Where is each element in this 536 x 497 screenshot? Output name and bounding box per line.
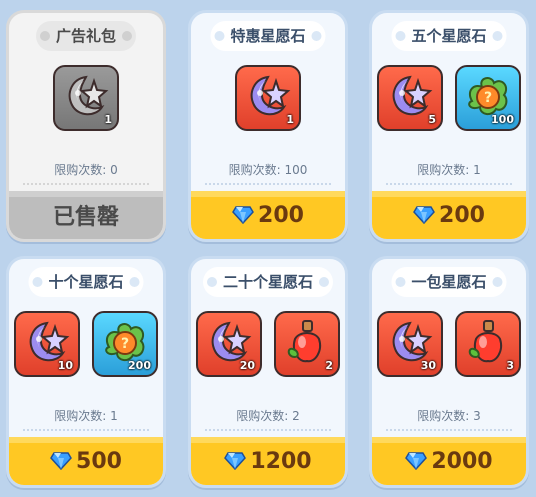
card-title: 广告礼包: [35, 21, 137, 51]
item-slot-apple-potion[interactable]: 3: [455, 311, 521, 377]
item-row: 5 ? 100: [372, 65, 526, 141]
card-title: 一包星愿石: [391, 267, 507, 297]
divider: [386, 429, 512, 431]
item-quantity: 1: [104, 113, 112, 126]
price-label: 200: [258, 202, 304, 228]
svg-text:?: ?: [484, 90, 492, 106]
divider: [23, 429, 149, 431]
item-quantity: 10: [57, 359, 73, 372]
item-slot-mystery-seed[interactable]: ? 100: [455, 65, 521, 131]
item-slot-wish-stone[interactable]: 10: [14, 311, 80, 377]
purchase-limit-value: 0: [110, 163, 118, 177]
diamond-icon: [50, 452, 72, 470]
diamond-icon: [413, 206, 435, 224]
item-quantity: 200: [128, 359, 151, 372]
item-slot-apple-potion[interactable]: 2: [274, 311, 340, 377]
shop-card: 二十个星愿石 20 2 限购次数: 2 1200: [188, 256, 348, 488]
item-slot-wish-stone[interactable]: 1: [235, 65, 301, 131]
item-row: 10 ? 200: [9, 311, 163, 387]
diamond-icon: [405, 452, 428, 470]
price-label: 200: [439, 202, 485, 228]
purchase-limit-label: 限购次数:: [236, 409, 293, 423]
diamond-icon: [232, 206, 254, 224]
buy-button[interactable]: 500: [9, 437, 163, 485]
card-title: 二十个星愿石: [202, 267, 334, 297]
shop-card: 五个星愿石 5 ? 100 限购次数: 1 200: [369, 10, 529, 242]
purchase-limit-label: 限购次数:: [417, 163, 474, 177]
sold-out-label: 已售罄: [52, 205, 119, 230]
divider: [23, 183, 149, 185]
purchase-limit-value: 3: [473, 409, 481, 423]
item-slot-wish-stone[interactable]: 20: [196, 311, 262, 377]
item-slot-mystery-seed[interactable]: ? 200: [92, 311, 158, 377]
item-quantity: 3: [506, 359, 514, 372]
purchase-limit-value: 1: [473, 163, 481, 177]
item-slot-wish-stone[interactable]: 30: [377, 311, 443, 377]
purchase-limit: 限购次数: 1: [372, 161, 526, 178]
card-title: 特惠星愿石: [210, 21, 326, 51]
item-quantity: 100: [491, 113, 514, 126]
svg-text:?: ?: [121, 336, 129, 352]
item-row: 1: [9, 65, 163, 141]
item-row: 30 3: [372, 311, 526, 387]
purchase-limit: 限购次数: 0: [9, 161, 163, 178]
card-title: 五个星愿石: [391, 21, 507, 51]
purchase-limit: 限购次数: 2: [191, 407, 345, 424]
shop-card: 一包星愿石 30 3 限购次数: 3 2000: [369, 256, 529, 488]
card-title: 十个星愿石: [28, 267, 144, 297]
purchase-limit-label: 限购次数:: [54, 409, 111, 423]
item-quantity: 5: [428, 113, 436, 126]
purchase-limit-value: 2: [292, 409, 300, 423]
purchase-limit-label: 限购次数:: [54, 163, 111, 177]
buy-button[interactable]: 200: [372, 191, 526, 239]
shop-card: 广告礼包 1 限购次数: 0 已售罄: [6, 10, 166, 242]
item-quantity: 1: [286, 113, 294, 126]
purchase-limit: 限购次数: 100: [191, 161, 345, 178]
divider: [205, 183, 331, 185]
purchase-limit-value: 1: [110, 409, 118, 423]
item-quantity: 2: [325, 359, 333, 372]
purchase-limit-value: 100: [284, 163, 308, 177]
divider: [386, 183, 512, 185]
purchase-limit-label: 限购次数:: [228, 163, 285, 177]
purchase-limit: 限购次数: 1: [9, 407, 163, 424]
item-slot-wish-stone[interactable]: 1: [53, 65, 119, 131]
purchase-limit-label: 限购次数:: [417, 409, 474, 423]
item-row: 20 2: [191, 311, 345, 387]
price-label: 1200: [250, 448, 312, 474]
item-row: 1: [191, 65, 345, 141]
shop-card: 十个星愿石 10 ? 200 限购次数: 1 500: [6, 256, 166, 488]
purchase-limit: 限购次数: 3: [372, 407, 526, 424]
price-label: 500: [76, 448, 122, 474]
price-label: 2000: [431, 448, 493, 474]
divider: [205, 429, 331, 431]
buy-button[interactable]: 200: [191, 191, 345, 239]
shop-card: 特惠星愿石 1 限购次数: 100 200: [188, 10, 348, 242]
item-quantity: 30: [420, 359, 436, 372]
item-quantity: 20: [239, 359, 255, 372]
sold-out-button: 已售罄: [9, 191, 163, 239]
diamond-icon: [224, 452, 247, 470]
buy-button[interactable]: 2000: [372, 437, 526, 485]
buy-button[interactable]: 1200: [191, 437, 345, 485]
item-slot-wish-stone[interactable]: 5: [377, 65, 443, 131]
